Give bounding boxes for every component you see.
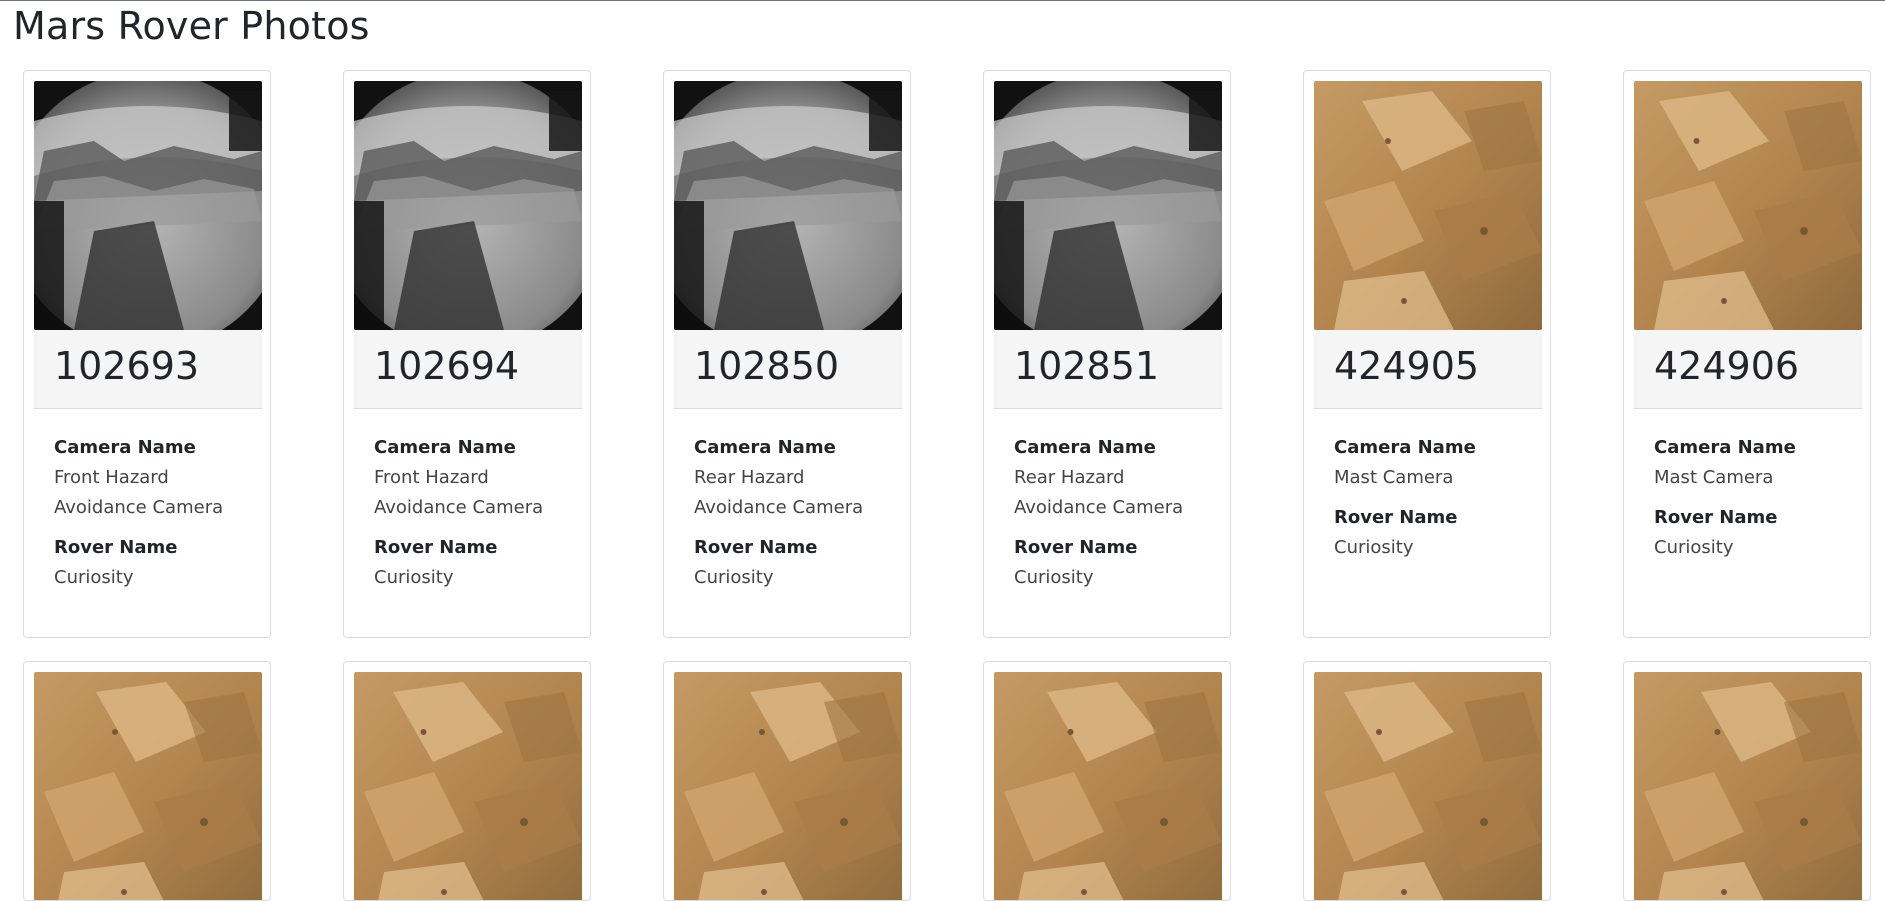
rover-photo[interactable]: [674, 81, 902, 330]
rover-name-value: Curiosity: [374, 567, 454, 588]
rover-photo[interactable]: [994, 81, 1222, 330]
rover-name-value: Curiosity: [54, 567, 134, 588]
rover-photo[interactable]: [1634, 672, 1862, 900]
photo-id: 102694: [374, 344, 520, 388]
camera-name-value: Avoidance Camera: [374, 497, 544, 518]
camera-name-value: Mast Camera: [1654, 467, 1774, 488]
photo-id-header: 102850: [674, 330, 902, 409]
rover-name-label: Rover Name: [1334, 507, 1458, 528]
rover-name-value: Curiosity: [694, 567, 774, 588]
camera-name-value: Avoidance Camera: [54, 497, 224, 518]
photo-id: 102851: [1014, 344, 1160, 388]
rover-photo[interactable]: [354, 81, 582, 330]
photo-card: [1303, 661, 1551, 901]
camera-name-value: Rear Hazard: [694, 467, 805, 488]
photo-id-header: 424905: [1314, 330, 1542, 409]
rover-name-label: Rover Name: [1654, 507, 1778, 528]
camera-name-label: Camera Name: [1334, 437, 1476, 458]
rover-photo[interactable]: [354, 672, 582, 900]
photo-id: 424905: [1334, 344, 1480, 388]
photo-details: Camera Name Front Hazard Avoidance Camera R…: [374, 433, 574, 593]
photo-card: [983, 661, 1231, 901]
rover-photo[interactable]: [994, 672, 1222, 900]
photo-details: Camera Name Front Hazard Avoidance Camera R…: [54, 433, 254, 593]
photo-id-header: 102693: [34, 330, 262, 409]
photo-card: 102851 Camera Name Rear Hazard Avoidance Ca…: [983, 70, 1231, 638]
rover-name-value: Curiosity: [1654, 537, 1734, 558]
rover-photo[interactable]: [34, 672, 262, 900]
top-border: [0, 0, 1885, 1]
camera-name-label: Camera Name: [374, 437, 516, 458]
photo-details: Camera Name Mast Camera Rover Name Curiosit…: [1654, 433, 1854, 563]
rover-name-label: Rover Name: [374, 537, 498, 558]
photo-id-header: 424906: [1634, 330, 1862, 409]
camera-name-value: Rear Hazard: [1014, 467, 1125, 488]
photo-id: 102693: [54, 344, 200, 388]
rover-photo[interactable]: [1314, 672, 1542, 900]
photo-card: 424906 Camera Name Mast Camera Rover Name Cu…: [1623, 70, 1871, 638]
photo-id: 424906: [1654, 344, 1800, 388]
camera-name-label: Camera Name: [54, 437, 196, 458]
camera-name-label: Camera Name: [1014, 437, 1156, 458]
rover-name-label: Rover Name: [1014, 537, 1138, 558]
rover-name-label: Rover Name: [694, 537, 818, 558]
rover-photo[interactable]: [1314, 81, 1542, 330]
camera-name-value: Avoidance Camera: [1014, 497, 1184, 518]
rover-photo[interactable]: [674, 672, 902, 900]
rover-name-value: Curiosity: [1014, 567, 1094, 588]
photo-id-header: 102694: [354, 330, 582, 409]
rover-name-value: Curiosity: [1334, 537, 1414, 558]
camera-name-value: Avoidance Camera: [694, 497, 864, 518]
page-title: Mars Rover Photos: [13, 4, 370, 48]
camera-name-value: Mast Camera: [1334, 467, 1454, 488]
camera-name-value: Front Hazard: [54, 467, 169, 488]
photo-card: 102850 Camera Name Rear Hazard Avoidance Ca…: [663, 70, 911, 638]
photo-card: 102694 Camera Name Front Hazard Avoidance C…: [343, 70, 591, 638]
photo-card: 102693 Camera Name Front Hazard Avoidance C…: [23, 70, 271, 638]
rover-name-label: Rover Name: [54, 537, 178, 558]
photo-card: [1623, 661, 1871, 901]
photo-details: Camera Name Rear Hazard Avoidance Camera Ro…: [694, 433, 894, 593]
photo-card: [663, 661, 911, 901]
camera-name-label: Camera Name: [694, 437, 836, 458]
photo-card: 424905 Camera Name Mast Camera Rover Name Cu…: [1303, 70, 1551, 638]
photo-id: 102850: [694, 344, 840, 388]
photo-card: [343, 661, 591, 901]
camera-name-value: Front Hazard: [374, 467, 489, 488]
rover-photo[interactable]: [34, 81, 262, 330]
rover-photo[interactable]: [1634, 81, 1862, 330]
camera-name-label: Camera Name: [1654, 437, 1796, 458]
photo-details: Camera Name Mast Camera Rover Name Curiosit…: [1334, 433, 1534, 563]
photo-card: [23, 661, 271, 901]
photo-details: Camera Name Rear Hazard Avoidance Camera Ro…: [1014, 433, 1214, 593]
photo-id-header: 102851: [994, 330, 1222, 409]
